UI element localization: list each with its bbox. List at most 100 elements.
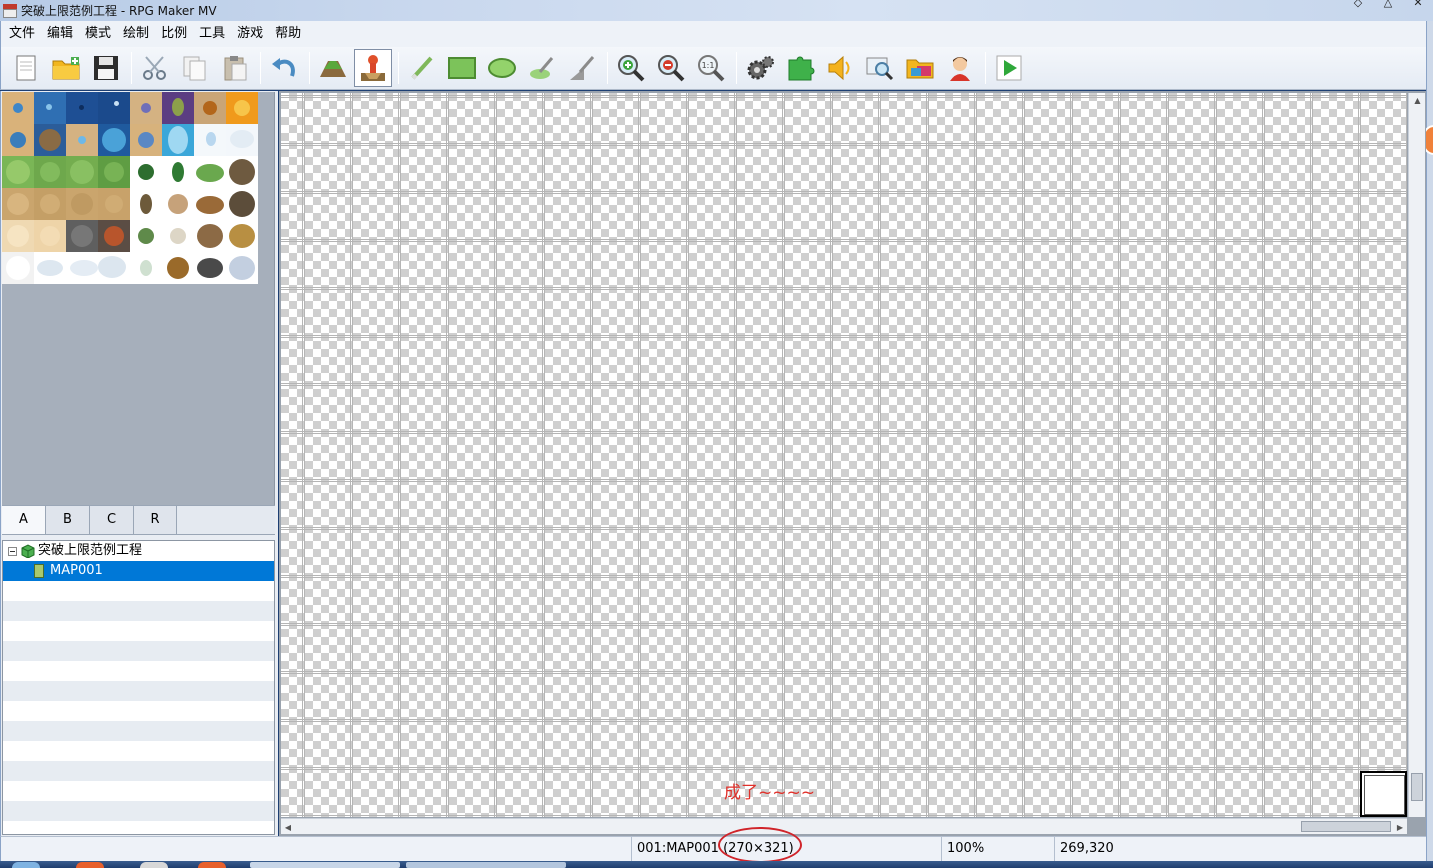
tile[interactable] <box>130 156 162 188</box>
tile[interactable] <box>130 92 162 124</box>
tile[interactable] <box>130 188 162 220</box>
tile[interactable] <box>98 156 130 188</box>
horizontal-scroll-thumb[interactable] <box>1301 821 1391 832</box>
tile[interactable] <box>226 124 258 156</box>
menu-help[interactable]: 帮助 <box>269 21 307 47</box>
sound-test-button[interactable] <box>821 49 859 87</box>
event-searcher-button[interactable] <box>861 49 899 87</box>
tree-map-row[interactable]: MAP001 <box>3 561 274 581</box>
zoom-in-button[interactable] <box>612 49 650 87</box>
plugin-manager-button[interactable] <box>781 49 819 87</box>
map-mode-button[interactable] <box>314 49 352 87</box>
cut-button[interactable] <box>136 49 174 87</box>
menu-draw[interactable]: 绘制 <box>117 21 155 47</box>
tile[interactable] <box>162 220 194 252</box>
minimap[interactable] <box>1360 771 1407 817</box>
tile[interactable] <box>98 124 130 156</box>
tile[interactable] <box>162 156 194 188</box>
tile[interactable] <box>162 188 194 220</box>
map-canvas[interactable]: 成了~~~~ <box>281 93 1407 817</box>
menu-file[interactable]: 文件 <box>3 21 41 47</box>
tile[interactable] <box>34 220 66 252</box>
tile[interactable] <box>66 92 98 124</box>
scroll-left-icon[interactable]: ◀ <box>281 819 295 835</box>
zoom-out-button[interactable] <box>652 49 690 87</box>
tile[interactable] <box>34 156 66 188</box>
tile[interactable] <box>2 252 34 284</box>
tile[interactable] <box>2 92 34 124</box>
tile[interactable] <box>194 252 226 284</box>
tile[interactable] <box>66 188 98 220</box>
tab-c[interactable]: C <box>90 506 134 534</box>
taskbar-button[interactable] <box>140 862 168 868</box>
tile[interactable] <box>226 92 258 124</box>
tile[interactable] <box>66 124 98 156</box>
vertical-scrollbar[interactable]: ▲ <box>1408 93 1425 817</box>
tile[interactable] <box>2 220 34 252</box>
tile[interactable] <box>226 252 258 284</box>
taskbar-button[interactable] <box>76 862 104 868</box>
help-icon[interactable]: △ <box>1373 0 1403 10</box>
tile[interactable] <box>194 124 226 156</box>
tile[interactable] <box>2 188 34 220</box>
tile[interactable] <box>194 156 226 188</box>
database-button[interactable] <box>741 49 779 87</box>
vertical-scroll-thumb[interactable] <box>1411 773 1423 801</box>
tile[interactable] <box>66 156 98 188</box>
tile[interactable] <box>34 124 66 156</box>
taskbar-button[interactable] <box>12 862 40 868</box>
tileset-palette[interactable] <box>2 92 275 505</box>
taskbar-button[interactable] <box>250 862 400 868</box>
tile[interactable] <box>162 124 194 156</box>
tab-a[interactable]: A <box>2 506 46 534</box>
close-icon[interactable]: ✕ <box>1403 0 1433 10</box>
tile[interactable] <box>130 220 162 252</box>
tile[interactable] <box>226 188 258 220</box>
collapse-icon[interactable] <box>8 546 17 556</box>
tile[interactable] <box>194 188 226 220</box>
tile[interactable] <box>98 220 130 252</box>
scroll-right-icon[interactable]: ▶ <box>1393 819 1407 835</box>
menu-mode[interactable]: 模式 <box>79 21 117 47</box>
rectangle-button[interactable] <box>443 49 481 87</box>
tree-project-row[interactable]: 突破上限范例工程 <box>3 541 274 561</box>
horizontal-scrollbar[interactable]: ◀ ▶ <box>281 818 1407 834</box>
menu-tools[interactable]: 工具 <box>193 21 231 47</box>
menu-game[interactable]: 游戏 <box>231 21 269 47</box>
menu-edit[interactable]: 编辑 <box>41 21 79 47</box>
tile[interactable] <box>162 252 194 284</box>
tile[interactable] <box>98 188 130 220</box>
save-project-button[interactable] <box>87 49 125 87</box>
tile[interactable] <box>226 156 258 188</box>
tile[interactable] <box>226 220 258 252</box>
undo-button[interactable] <box>265 49 303 87</box>
tab-r[interactable]: R <box>134 506 177 534</box>
tile[interactable] <box>98 252 130 284</box>
shadow-pen-button[interactable] <box>563 49 601 87</box>
scroll-up-icon[interactable]: ▲ <box>1409 93 1426 107</box>
copy-button[interactable] <box>176 49 214 87</box>
tile[interactable] <box>2 156 34 188</box>
actual-size-button[interactable]: 1:1 <box>692 49 730 87</box>
tile[interactable] <box>194 92 226 124</box>
ellipse-button[interactable] <box>483 49 521 87</box>
tile[interactable] <box>2 124 34 156</box>
tile[interactable] <box>66 252 98 284</box>
open-project-button[interactable] <box>47 49 85 87</box>
tile[interactable] <box>130 252 162 284</box>
tile[interactable] <box>34 252 66 284</box>
restore-icon[interactable]: ◇ <box>1343 0 1373 10</box>
taskbar-button[interactable] <box>406 862 566 868</box>
tile[interactable] <box>194 220 226 252</box>
tile[interactable] <box>34 188 66 220</box>
tile[interactable] <box>98 92 130 124</box>
menu-scale[interactable]: 比例 <box>155 21 193 47</box>
taskbar-button[interactable] <box>198 862 226 868</box>
pencil-button[interactable] <box>403 49 441 87</box>
fill-button[interactable] <box>523 49 561 87</box>
character-generator-button[interactable] <box>941 49 979 87</box>
tileset-grid[interactable] <box>2 92 258 284</box>
tile[interactable] <box>34 92 66 124</box>
tile[interactable] <box>130 124 162 156</box>
playtest-button[interactable] <box>990 49 1028 87</box>
